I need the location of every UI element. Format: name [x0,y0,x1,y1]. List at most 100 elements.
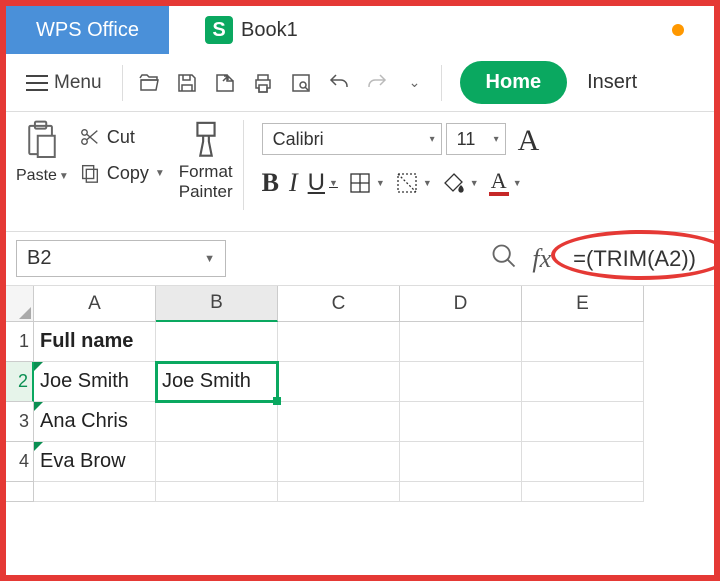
separator [243,120,244,210]
undo-button[interactable] [323,67,355,99]
tab-home[interactable]: Home [460,61,568,104]
row-header-5[interactable] [6,482,34,502]
col-header-E[interactable]: E [522,286,644,322]
select-all-corner[interactable] [6,286,34,322]
preview-button[interactable] [285,67,317,99]
scissors-icon [79,126,101,148]
document-tab-label: Book1 [241,19,298,42]
spreadsheet-icon: S [205,16,233,44]
cell-E5[interactable] [522,482,644,502]
cell-D1[interactable] [400,322,522,362]
undo-icon [327,71,351,95]
font-size-select[interactable]: 11 [446,123,506,155]
print-icon [251,71,275,95]
notification-dot-icon[interactable] [672,24,684,36]
ribbon: Paste▼ Cut Copy▼ FormatPainter Calibri 1… [6,112,714,232]
fx-label[interactable]: fx [532,244,551,274]
cell-C5[interactable] [278,482,400,502]
font-group: Calibri 11 A B I U▼ ▼ ▼ ▼ A▼ [262,120,540,198]
col-header-C[interactable]: C [278,286,400,322]
menu-button[interactable]: Menu [16,66,112,100]
cell-C3[interactable] [278,402,400,442]
cell-B4[interactable] [156,442,278,482]
paste-label: Paste [16,167,57,185]
cell-A1[interactable]: Full name [34,322,156,362]
copy-label: Copy [107,163,149,184]
increase-font-icon[interactable]: A [518,124,540,158]
preview-icon [289,71,313,95]
font-size-value: 11 [457,129,476,150]
chevron-down-icon: ⌄ [409,74,421,91]
chevron-down-icon: ▼ [376,178,385,188]
export-icon [213,71,237,95]
open-button[interactable] [133,67,165,99]
row-header-4[interactable]: 4 [6,442,34,482]
format-painter-label2: Painter [179,182,233,201]
cell-A3[interactable]: Ana Chris [34,402,156,442]
font-name-select[interactable]: Calibri [262,123,442,155]
cell-D3[interactable] [400,402,522,442]
cell-D5[interactable] [400,482,522,502]
cell-style-button[interactable]: ▼ [395,171,432,195]
cell-A2[interactable]: Joe Smith [34,362,156,402]
fill-color-button[interactable]: ▼ [442,171,479,195]
cell-B1[interactable] [156,322,278,362]
format-painter-button[interactable]: FormatPainter [179,120,233,203]
underline-button[interactable]: U▼ [308,169,338,197]
app-title: WPS Office [6,6,169,54]
col-header-B[interactable]: B [156,286,278,322]
spreadsheet-grid[interactable]: 1 2 3 4 A B C D E Full name Joe Smith Jo… [6,286,714,502]
chevron-down-icon: ▼ [204,253,215,265]
cell-E4[interactable] [522,442,644,482]
magnifier-icon [490,242,518,270]
font-color-button[interactable]: A▼ [489,170,522,196]
more-button[interactable]: ⌄ [399,67,431,99]
save-button[interactable] [171,67,203,99]
name-box-value: B2 [27,247,51,270]
cell-C1[interactable] [278,322,400,362]
chevron-down-icon: ▼ [470,178,479,188]
print-button[interactable] [247,67,279,99]
borders-button[interactable]: ▼ [348,171,385,195]
cut-label: Cut [107,127,135,148]
document-tab[interactable]: S Book1 [189,8,314,52]
cut-button[interactable]: Cut [79,126,165,148]
formula-input[interactable]: =(TRIM(A2)) [565,242,704,276]
tab-insert[interactable]: Insert [573,61,651,104]
zoom-button[interactable] [490,242,518,275]
col-header-A[interactable]: A [34,286,156,322]
row-header-3[interactable]: 3 [6,402,34,442]
borders-icon [348,171,372,195]
cell-A4[interactable]: Eva Brow [34,442,156,482]
copy-button[interactable]: Copy▼ [79,162,165,184]
cell-A5[interactable] [34,482,156,502]
redo-icon [365,71,389,95]
bold-button[interactable]: B [262,168,279,198]
row-header-1[interactable]: 1 [6,322,34,362]
ribbon-tab-strip: Menu ⌄ Home Insert [6,54,714,112]
cell-C2[interactable] [278,362,400,402]
col-header-D[interactable]: D [400,286,522,322]
paste-button[interactable]: Paste▼ [16,120,69,185]
cell-E1[interactable] [522,322,644,362]
font-name-value: Calibri [273,129,324,150]
chevron-down-icon: ▼ [423,178,432,188]
italic-button[interactable]: I [289,168,298,198]
cell-E3[interactable] [522,402,644,442]
cell-C4[interactable] [278,442,400,482]
export-button[interactable] [209,67,241,99]
clipboard-group: Paste▼ Cut Copy▼ FormatPainter [10,120,239,203]
cell-B3[interactable] [156,402,278,442]
redo-button[interactable] [361,67,393,99]
cell-D2[interactable] [400,362,522,402]
save-icon [175,71,199,95]
bucket-icon [442,171,466,195]
cell-D4[interactable] [400,442,522,482]
name-box[interactable]: B2 ▼ [16,240,226,277]
cell-B2[interactable]: Joe Smith [156,362,278,402]
cell-B5[interactable] [156,482,278,502]
row-header-2[interactable]: 2 [6,362,34,402]
cell-E2[interactable] [522,362,644,402]
menu-label: Menu [54,72,102,94]
folder-open-icon [137,71,161,95]
